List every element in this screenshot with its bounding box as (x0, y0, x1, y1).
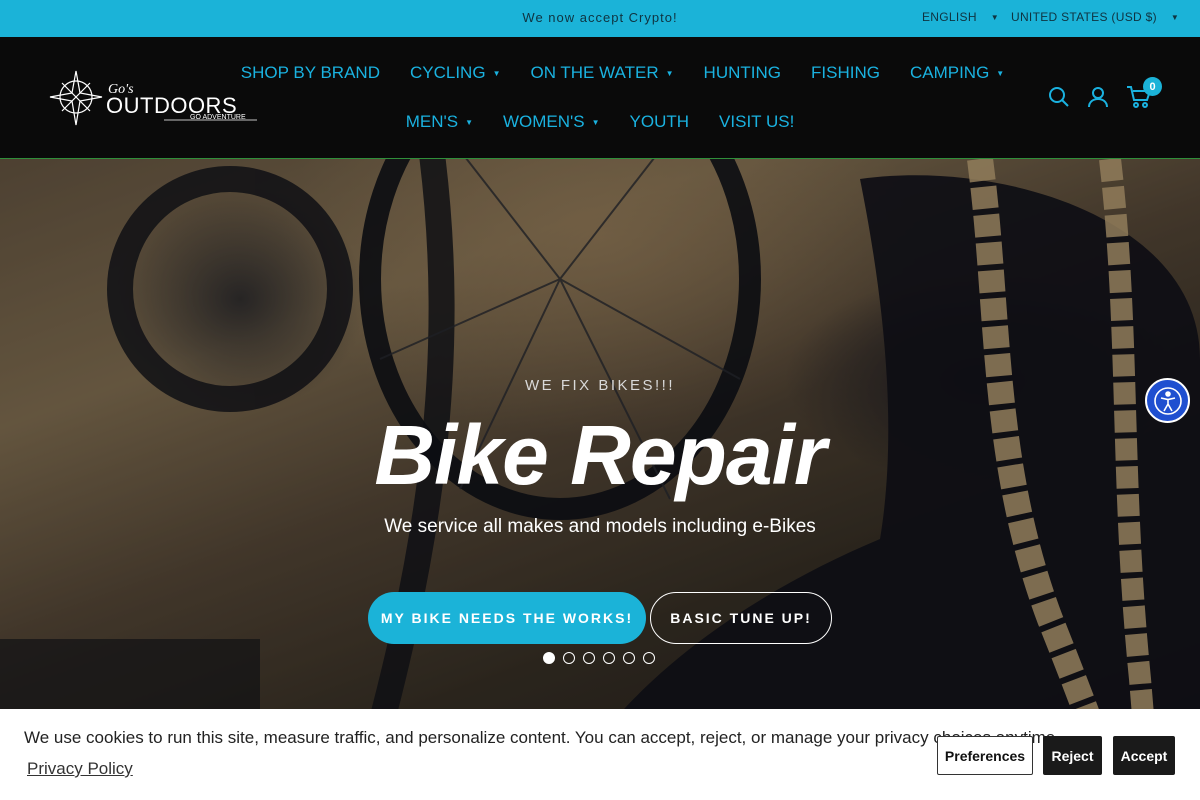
chevron-down-icon: ▼ (591, 117, 600, 127)
language-selector[interactable]: ENGLISH ▼ (922, 10, 999, 24)
nav-mens[interactable]: MEN'S ▼ (406, 112, 473, 132)
nav-label: MEN'S (405, 112, 459, 131)
nav-label: CYCLING (409, 63, 486, 82)
nav-label: SHOP BY BRAND (240, 63, 380, 82)
primary-nav: SHOP BY BRAND CYCLING ▼ ON THE WATER ▼ HUN… (0, 63, 1200, 83)
nav-womens[interactable]: WOMEN'S ▼ (503, 112, 600, 132)
slide-dot[interactable] (543, 652, 555, 664)
search-icon[interactable] (1047, 85, 1071, 109)
nav-youth[interactable]: YOUTH (630, 112, 690, 132)
nav-label: HUNTING (703, 63, 781, 82)
nav-label: VISIT US! (719, 112, 795, 131)
hero-subtitle: We service all makes and models includin… (384, 516, 816, 537)
chevron-down-icon: ▼ (990, 13, 1000, 23)
nav-label: FISHING (811, 63, 880, 82)
preferences-button[interactable]: Preferences (937, 736, 1033, 775)
nav-shop-by-brand[interactable]: SHOP BY BRAND (241, 63, 380, 83)
chevron-down-icon: ▼ (665, 68, 674, 78)
tune-up-button[interactable]: BASIC TUNE UP! (650, 592, 832, 644)
nav-label: YOUTH (629, 112, 690, 131)
nav-label: WOMEN'S (502, 112, 585, 131)
chevron-down-icon: ▼ (996, 68, 1005, 78)
cookie-banner: We use cookies to run this site, measure… (0, 709, 1200, 800)
hero-eyebrow: WE FIX BIKES!!! (524, 377, 676, 394)
chevron-down-icon: ▼ (492, 68, 501, 78)
secondary-nav: MEN'S ▼ WOMEN'S ▼ YOUTH VISIT US! (0, 112, 1200, 132)
site-header: Go's OUTDOORS GO ADVENTURE SHOP BY BRAND… (0, 37, 1200, 159)
currency-label: UNITED STATES (USD $) (1011, 10, 1157, 24)
slide-dot[interactable] (603, 652, 615, 664)
nav-label: ON THE WATER (530, 63, 659, 82)
nav-fishing[interactable]: FISHING (811, 63, 880, 83)
currency-selector[interactable]: UNITED STATES (USD $) ▼ (1011, 10, 1179, 24)
nav-cycling[interactable]: CYCLING ▼ (410, 63, 501, 83)
hero-slideshow: WE FIX BIKES!!! Bike Repair We service a… (0, 159, 1200, 800)
chevron-down-icon: ▼ (1170, 13, 1180, 23)
nav-hunting[interactable]: HUNTING (704, 63, 781, 83)
language-label: ENGLISH (922, 10, 977, 24)
accept-button[interactable]: Accept (1113, 736, 1175, 775)
slide-dots (543, 652, 663, 664)
nav-on-the-water[interactable]: ON THE WATER ▼ (530, 63, 673, 83)
reject-button[interactable]: Reject (1043, 736, 1102, 775)
slide-dot[interactable] (563, 652, 575, 664)
works-button[interactable]: MY BIKE NEEDS THE WORKS! (368, 592, 646, 644)
cart-count-badge: 0 (1143, 77, 1162, 96)
slide-dot[interactable] (583, 652, 595, 664)
announcement-bar: We now accept Crypto! ENGLISH ▼ UNITED ST… (0, 0, 1200, 37)
accessibility-icon[interactable] (1145, 378, 1190, 423)
privacy-policy-link[interactable]: Privacy Policy (27, 759, 133, 779)
nav-label: CAMPING (909, 63, 990, 82)
cookie-message: We use cookies to run this site, measure… (24, 728, 1060, 747)
slide-dot[interactable] (623, 652, 635, 664)
nav-camping[interactable]: CAMPING ▼ (910, 63, 1004, 83)
slide-dot[interactable] (643, 652, 655, 664)
chevron-down-icon: ▼ (465, 117, 473, 127)
account-icon[interactable] (1086, 85, 1110, 109)
nav-visit-us[interactable]: VISIT US! (719, 112, 794, 132)
hero-title: Bike Repair (374, 408, 826, 502)
